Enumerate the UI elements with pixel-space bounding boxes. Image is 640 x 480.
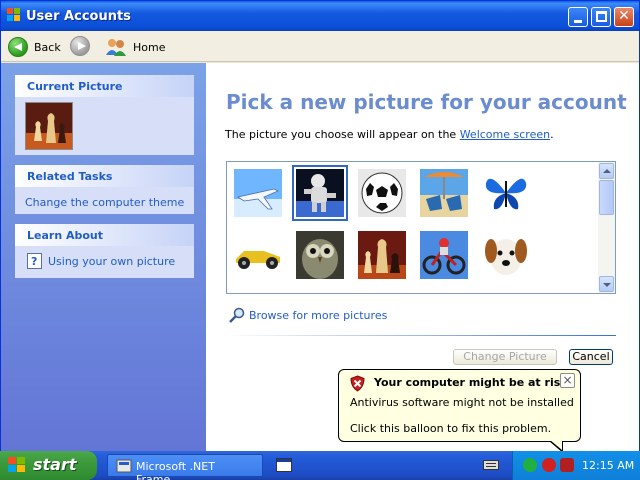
picture-race-car[interactable] [234, 231, 282, 279]
user-accounts-icon [7, 8, 20, 21]
soccer-ball-icon [358, 169, 406, 217]
home-button[interactable]: Home [105, 36, 165, 58]
related-tasks-header[interactable]: Related Tasks [15, 165, 194, 187]
chess-pieces-icon [26, 103, 72, 149]
cancel-button[interactable]: Cancel [569, 349, 613, 365]
security-shield-icon [350, 375, 365, 392]
browse-pictures-link[interactable]: Browse for more pictures [229, 307, 387, 323]
task-pane: Current Picture Related Tasks Change the… [1, 63, 206, 451]
picture-dirt-bike[interactable] [420, 231, 468, 279]
window-title: User Accounts [26, 9, 131, 24]
picture-astronaut[interactable] [292, 165, 348, 221]
window-quicklaunch-icon[interactable] [276, 458, 292, 472]
page-title: Pick a new picture for your account [226, 90, 627, 114]
picture-list[interactable] [226, 161, 616, 294]
current-picture-panel: Current Picture [15, 75, 194, 155]
balloon-title: Your computer might be at risk [374, 376, 568, 389]
learn-about-panel: Learn About ? Using your own picture [15, 224, 194, 278]
chess-pieces-tile-icon [358, 231, 406, 279]
related-tasks-panel: Related Tasks Change the computer theme [15, 165, 194, 214]
balloon-close-button[interactable]: × [560, 373, 575, 388]
clock[interactable]: 12:15 AM [582, 459, 634, 472]
picture-chess-pieces[interactable] [358, 231, 406, 279]
close-icon: ✕ [618, 8, 630, 24]
balloon-action-text: Click this balloon to fix this problem. [350, 422, 552, 435]
scroll-down-arrow-icon[interactable] [599, 276, 614, 292]
help-icon: ? [27, 253, 42, 269]
change-picture-button[interactable]: Change Picture [453, 349, 557, 365]
forward-arrow-icon [70, 36, 90, 56]
astronaut-icon [296, 169, 344, 217]
picture-owl[interactable] [296, 231, 344, 279]
current-picture-thumbnail [25, 102, 73, 150]
learn-about-header[interactable]: Learn About [15, 224, 194, 246]
divider [226, 335, 616, 336]
maximize-button[interactable] [591, 7, 611, 27]
picture-list-scrollbar[interactable] [598, 162, 615, 293]
minimize-button[interactable] [568, 7, 588, 27]
back-label: Back [34, 40, 61, 54]
instruction-prefix: The picture you choose will appear on th… [225, 128, 460, 141]
picture-butterfly[interactable] [482, 169, 530, 217]
butterfly-icon [482, 169, 530, 217]
back-button[interactable]: Back [8, 36, 61, 58]
back-arrow-icon [8, 37, 28, 57]
owl-icon [296, 231, 344, 279]
airplane-icon [234, 169, 282, 217]
dirt-bike-icon [420, 231, 468, 279]
picture-soccer-ball[interactable] [358, 169, 406, 217]
forward-button[interactable] [70, 36, 90, 56]
balloon-pointer-fill [550, 440, 562, 450]
system-tray: 12:15 AM [512, 451, 640, 480]
close-button[interactable]: ✕ [614, 7, 634, 27]
alert-icon[interactable] [542, 458, 556, 472]
start-button[interactable]: start [0, 451, 97, 480]
minimize-icon [574, 20, 582, 23]
network-icon[interactable] [523, 458, 537, 472]
home-label: Home [133, 40, 166, 54]
instruction-text: The picture you choose will appear on th… [225, 128, 554, 141]
scroll-thumb[interactable] [599, 180, 614, 215]
dog-icon [482, 231, 530, 279]
picture-beach-chairs[interactable] [420, 169, 468, 217]
taskbar-item-dotnet[interactable]: Microsoft .NET Frame... [107, 454, 263, 480]
title-bar[interactable]: User Accounts ✕ [1, 1, 639, 31]
balloon-message: Antivirus software might not be installe… [350, 396, 574, 409]
security-alert-balloon[interactable]: Your computer might be at risk × Antivir… [338, 369, 581, 453]
users-home-icon [106, 39, 126, 56]
start-label: start [33, 455, 77, 474]
installer-icon [116, 459, 132, 473]
picture-airplane[interactable] [234, 169, 282, 217]
beach-chairs-icon [420, 169, 468, 217]
maximize-icon [596, 11, 607, 22]
svg-text:?: ? [31, 255, 37, 268]
picture-dog[interactable] [482, 231, 530, 279]
taskbar-item-label: Microsoft .NET Frame... [136, 460, 215, 480]
using-own-picture-link[interactable]: Using your own picture [48, 255, 175, 268]
magnifier-icon [229, 307, 245, 323]
windows-flag-icon [8, 457, 25, 472]
instruction-suffix: . [550, 128, 554, 141]
current-picture-header[interactable]: Current Picture [15, 75, 194, 97]
change-theme-link[interactable]: Change the computer theme [25, 196, 184, 209]
race-car-icon [234, 231, 282, 279]
browse-label: Browse for more pictures [249, 308, 388, 322]
taskbar: start Microsoft .NET Frame... 12:15 AM [0, 451, 640, 480]
toolbar: Back Home [1, 31, 639, 62]
welcome-screen-link[interactable]: Welcome screen [460, 128, 550, 141]
security-center-icon[interactable] [560, 458, 574, 472]
keyboard-icon[interactable] [483, 459, 499, 471]
scroll-up-arrow-icon[interactable] [599, 163, 614, 179]
